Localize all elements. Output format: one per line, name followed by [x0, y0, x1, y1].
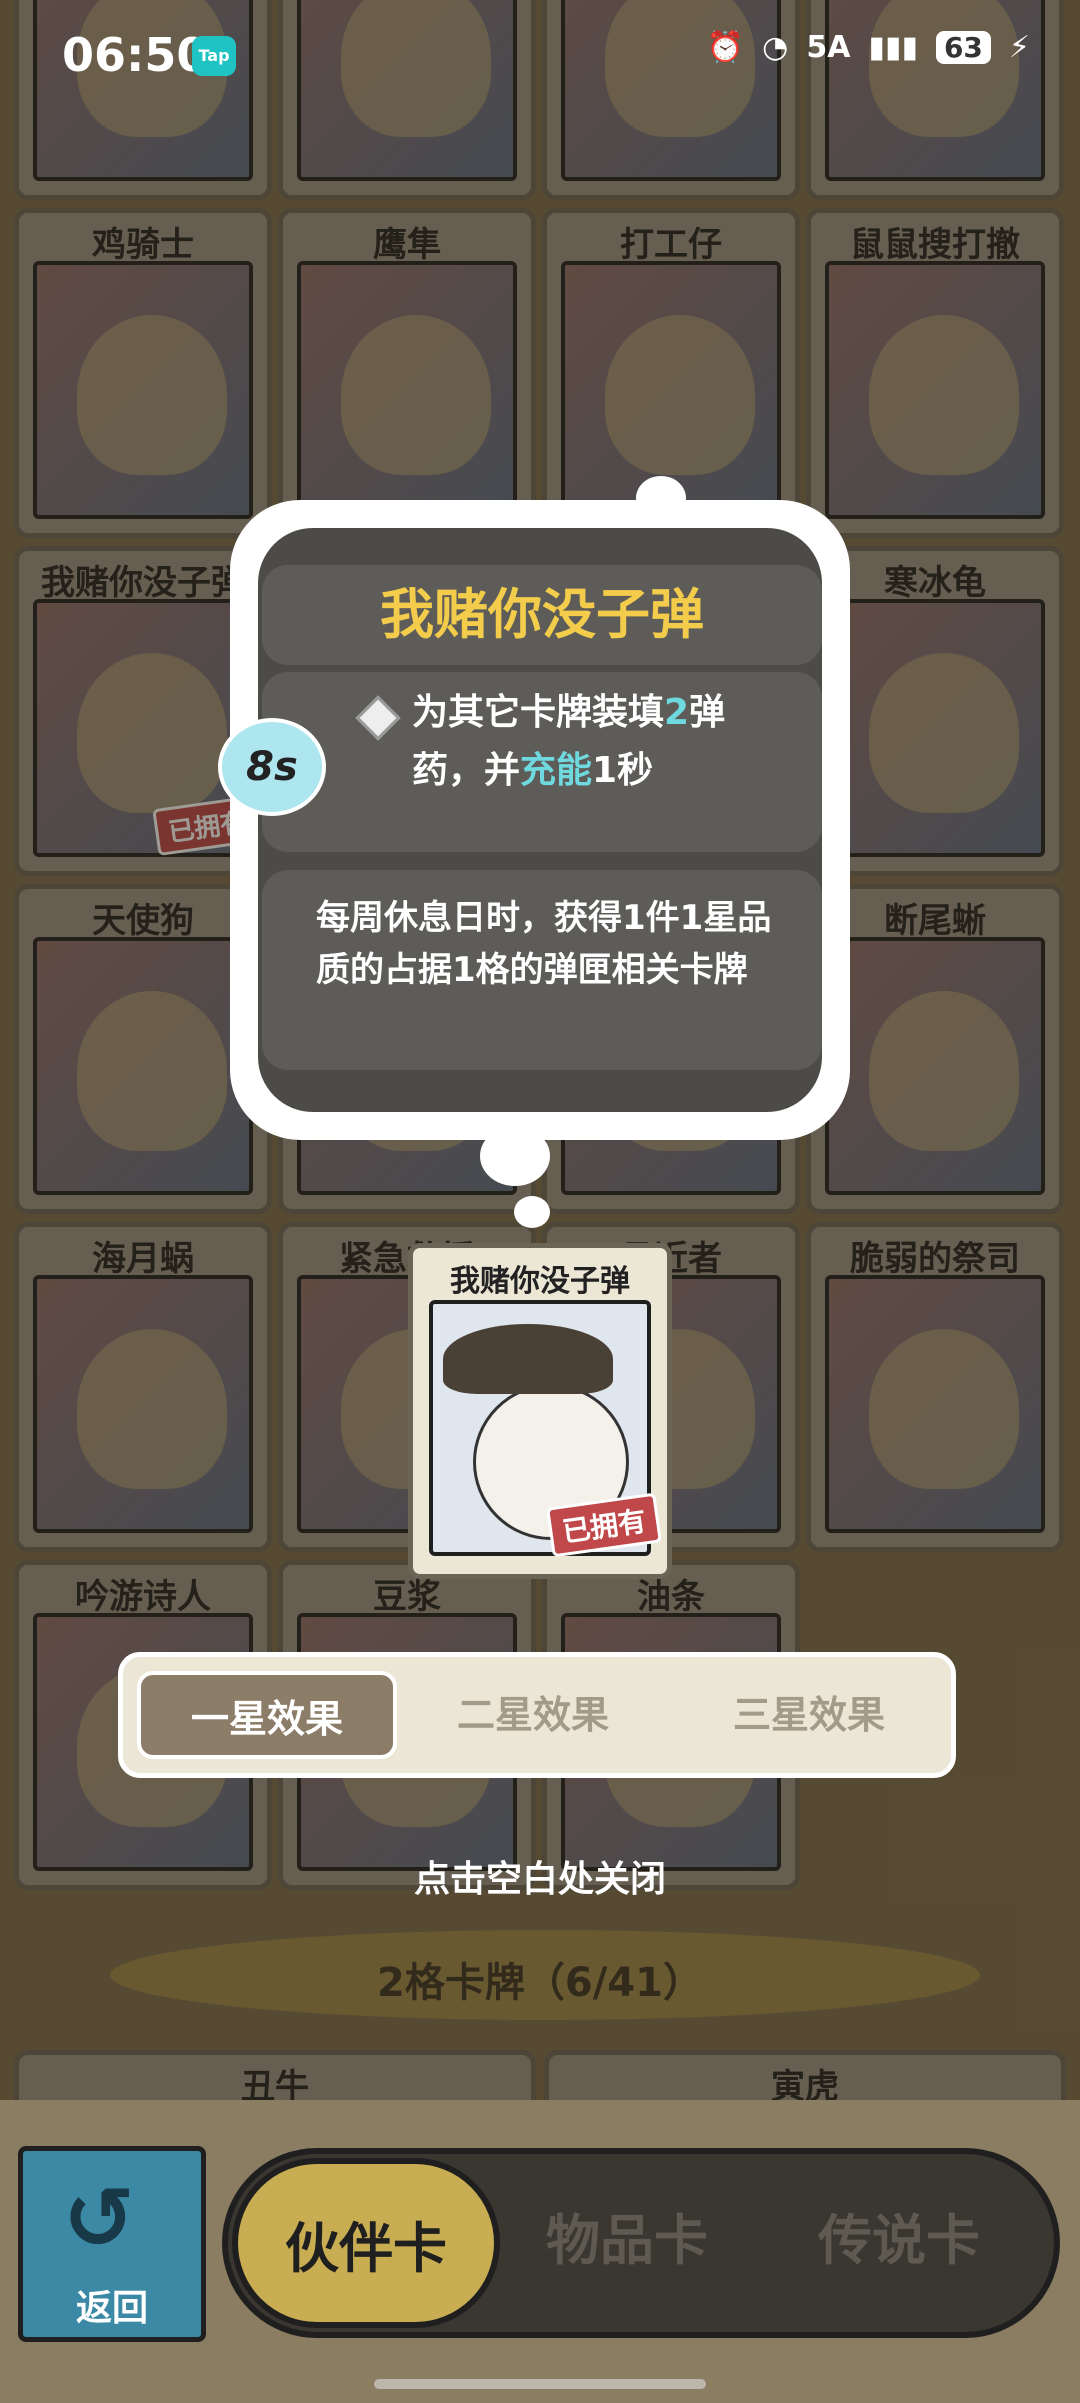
alarm-icon: ⏰	[706, 30, 745, 65]
star-effect-tabs: 一星效果 二星效果 三星效果	[118, 1652, 956, 1778]
selected-card: 我赌你没子弹 已拥有	[408, 1243, 672, 1579]
charging-icon: ⚡	[1008, 30, 1030, 65]
diamond-icon	[355, 695, 401, 741]
home-indicator[interactable]	[374, 2379, 706, 2389]
tab-two-star[interactable]: 二星效果	[403, 1671, 663, 1759]
tab-three-star[interactable]: 三星效果	[679, 1671, 939, 1759]
wifi-icon: ◔	[762, 30, 789, 65]
selected-card-name: 我赌你没子弹	[450, 1264, 630, 1299]
cloud-bubble	[636, 476, 686, 520]
network-label: 5A	[806, 30, 851, 65]
tooltip-effect: 为其它卡牌装填2弹药，并充能1秒	[262, 672, 822, 852]
cooldown-badge: 8s	[218, 718, 326, 816]
close-hint: 点击空白处关闭	[413, 1859, 666, 1900]
tab-item-cards[interactable]: 物品卡	[546, 2196, 708, 2275]
clock: 06:50	[62, 28, 209, 82]
battery-level: 63	[935, 31, 991, 64]
back-arrow-icon: ↺	[63, 2169, 136, 2269]
tooltip-description: 每周休息日时，获得1件1星品质的占据1格的弹匣相关卡牌	[262, 870, 822, 1070]
signal-icon: ▮▮▮	[868, 30, 918, 65]
status-bar: 06:50 Tap ⏰ ◔ 5A ▮▮▮ 63 ⚡	[0, 0, 1080, 110]
back-button[interactable]: ↺ 返回	[18, 2146, 206, 2342]
status-icons: ⏰ ◔ 5A ▮▮▮ 63 ⚡	[707, 30, 1030, 65]
tap-app-icon: Tap	[192, 36, 236, 76]
effect-text: 为其它卡牌装填2弹药，并充能1秒	[412, 692, 726, 791]
tooltip-title: 我赌你没子弹	[262, 565, 822, 665]
tab-legend-cards[interactable]: 传说卡	[818, 2196, 980, 2275]
cloud-bubble	[480, 1126, 550, 1186]
tab-partner-cards[interactable]: 伙伴卡	[232, 2158, 500, 2328]
tab-one-star[interactable]: 一星效果	[137, 1671, 397, 1759]
back-label: 返回	[75, 2288, 148, 2329]
cloud-bubble	[514, 1196, 550, 1228]
